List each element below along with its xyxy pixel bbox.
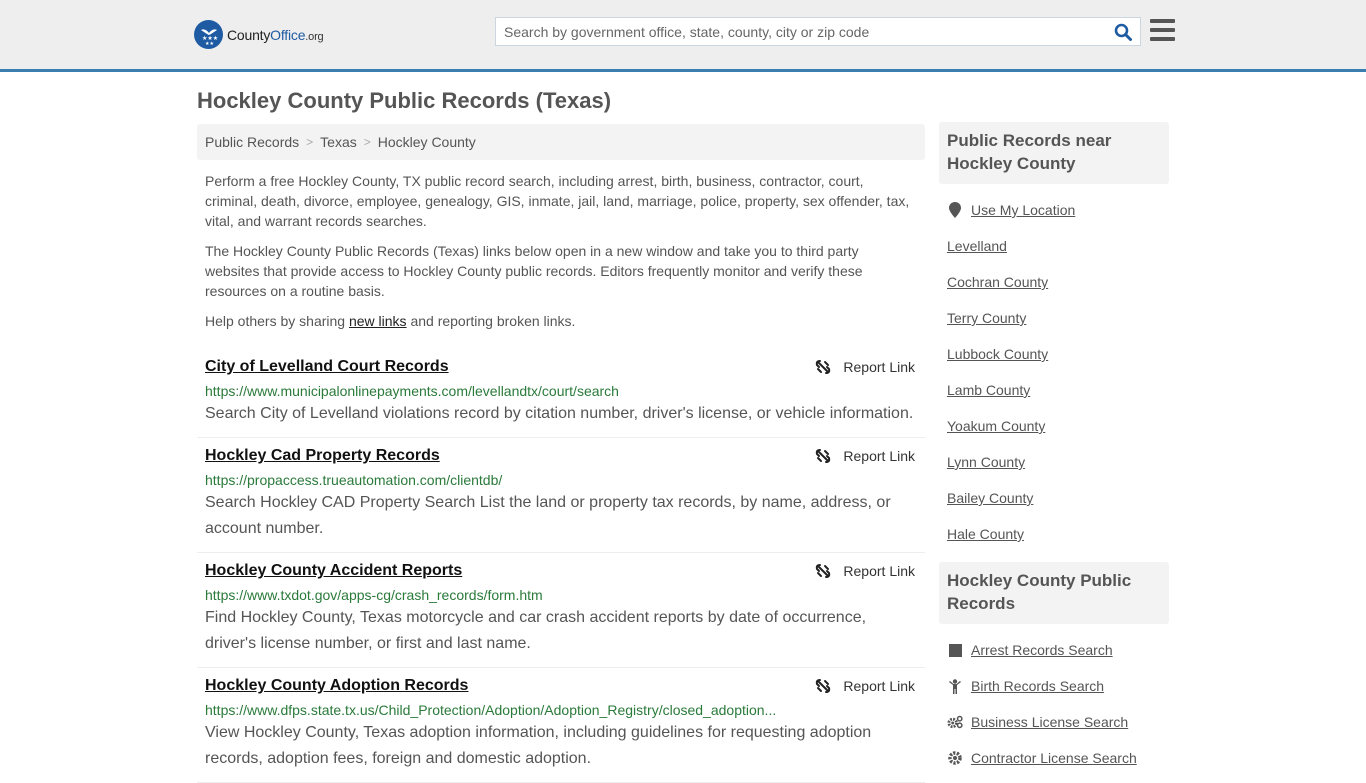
gears-icon [947, 714, 963, 730]
new-links-link[interactable]: new links [349, 313, 407, 329]
breadcrumb-hockley-county[interactable]: Hockley County [378, 134, 476, 150]
nearby-records-heading: Public Records near Hockley County [939, 122, 1169, 184]
record-title-link[interactable]: Hockley County Accident Reports [205, 561, 462, 581]
business-license-link[interactable]: Business License Search [971, 714, 1128, 730]
county-records-heading: Hockley County Public Records [939, 562, 1169, 624]
contractor-license-link[interactable]: Contractor License Search [971, 750, 1137, 766]
record-item: Hockley County Adoption Records Report L… [197, 668, 925, 783]
intro-paragraph-3: Help others by sharing new links and rep… [205, 313, 576, 329]
record-title-link[interactable]: City of Levelland Court Records [205, 357, 449, 377]
broken-link-icon [816, 679, 831, 693]
record-url: https://propaccess.trueautomation.com/cl… [205, 472, 503, 488]
use-my-location-item: Use My Location [947, 192, 1161, 228]
nearby-link[interactable]: Bailey County [947, 490, 1033, 506]
sidebar-item-levelland: Levelland [947, 228, 1161, 264]
nearby-link[interactable]: Lamb County [947, 382, 1030, 398]
sidebar-item-arrest-records: Arrest Records Search [947, 632, 1161, 668]
record-description: Search Hockley CAD Property Search List … [205, 494, 891, 537]
svg-text:★★: ★★ [205, 41, 214, 46]
nearby-records-list: Use My Location Levelland Cochran County… [939, 192, 1169, 552]
menu-bar [1150, 19, 1175, 23]
county-records-list: Arrest Records Search Birth Records Sear… [939, 632, 1169, 776]
sidebar-item-bailey-county: Bailey County [947, 480, 1161, 516]
menu-bar [1150, 28, 1175, 32]
square-icon [947, 642, 963, 658]
map-marker-icon [947, 202, 963, 218]
birth-records-link[interactable]: Birth Records Search [971, 678, 1104, 694]
record-description: View Hockley County, Texas adoption info… [205, 724, 872, 767]
search-input[interactable] [496, 18, 1106, 45]
record-item: City of Levelland Court Records Report L… [197, 349, 925, 438]
nearby-link[interactable]: Cochran County [947, 274, 1048, 290]
child-icon [947, 678, 963, 694]
breadcrumb-separator: > [306, 135, 314, 149]
record-item: Hockley Cad Property Records Report Link… [197, 438, 925, 553]
nearby-link[interactable]: Lubbock County [947, 346, 1048, 362]
search-button[interactable] [1106, 18, 1140, 45]
report-link-button[interactable]: Report Link [815, 359, 915, 375]
search-bar [495, 17, 1141, 46]
sidebar-item-lubbock-county: Lubbock County [947, 336, 1161, 372]
eagle-logo-icon: ★★★ ★★ [194, 20, 223, 49]
sidebar-item-yoakum-county: Yoakum County [947, 408, 1161, 444]
record-title-link[interactable]: Hockley County Adoption Records [205, 676, 468, 696]
breadcrumb-separator: > [363, 135, 371, 149]
record-url: https://www.txdot.gov/apps-cg/crash_reco… [205, 587, 543, 603]
sidebar-item-lamb-county: Lamb County [947, 372, 1161, 408]
site-logo[interactable]: ★★★ ★★ CountyOffice.org [194, 20, 324, 49]
hamburger-menu-button[interactable] [1150, 19, 1175, 41]
breadcrumb-public-records[interactable]: Public Records [205, 134, 299, 150]
record-item: Hockley County Accident Reports Report L… [197, 553, 925, 668]
record-url: https://www.municipalonlinepayments.com/… [205, 383, 619, 399]
breadcrumb-texas[interactable]: Texas [320, 134, 357, 150]
broken-link-icon [816, 564, 831, 578]
breadcrumb: Public Records > Texas > Hockley County [197, 124, 925, 160]
sidebar: Public Records near Hockley County Use M… [939, 122, 1169, 776]
sidebar-item-birth-records: Birth Records Search [947, 668, 1161, 704]
sidebar-item-business-license: Business License Search [947, 704, 1161, 740]
record-title-link[interactable]: Hockley Cad Property Records [205, 446, 440, 466]
broken-link-icon [816, 449, 831, 463]
nearby-link[interactable]: Yoakum County [947, 418, 1045, 434]
report-link-button[interactable]: Report Link [815, 448, 915, 464]
report-link-button[interactable]: Report Link [815, 678, 915, 694]
county-records-block: Hockley County Public Records Arrest Rec… [939, 562, 1169, 776]
menu-bar [1150, 37, 1175, 41]
intro-paragraph-1: Perform a free Hockley County, TX public… [205, 173, 910, 229]
record-url: https://www.dfps.state.tx.us/Child_Prote… [205, 702, 777, 718]
intro-paragraph-2: The Hockley County Public Records (Texas… [205, 243, 863, 299]
nearby-link[interactable]: Hale County [947, 526, 1024, 542]
record-description: Search City of Levelland violations reco… [205, 405, 914, 422]
sidebar-item-cochran-county: Cochran County [947, 264, 1161, 300]
intro-text: Perform a free Hockley County, TX public… [197, 171, 925, 331]
logo-text: CountyOffice.org [227, 26, 324, 43]
sidebar-item-hale-county: Hale County [947, 516, 1161, 552]
report-link-button[interactable]: Report Link [815, 563, 915, 579]
broken-link-icon [816, 360, 831, 374]
arrest-records-link[interactable]: Arrest Records Search [971, 642, 1113, 658]
sidebar-item-contractor-license: Contractor License Search [947, 740, 1161, 776]
nearby-link[interactable]: Terry County [947, 310, 1026, 326]
use-my-location-link[interactable]: Use My Location [971, 202, 1075, 218]
sidebar-item-lynn-county: Lynn County [947, 444, 1161, 480]
gear-icon [947, 750, 963, 766]
record-description: Find Hockley County, Texas motorcycle an… [205, 609, 867, 652]
search-icon [1114, 23, 1132, 41]
main-content: Public Records > Texas > Hockley County … [197, 124, 925, 783]
sidebar-item-terry-county: Terry County [947, 300, 1161, 336]
nearby-link[interactable]: Levelland [947, 238, 1007, 254]
site-header: ★★★ ★★ CountyOffice.org [0, 0, 1366, 72]
records-list: City of Levelland Court Records Report L… [197, 349, 925, 783]
nearby-link[interactable]: Lynn County [947, 454, 1025, 470]
page-title: Hockley County Public Records (Texas) [197, 88, 612, 113]
